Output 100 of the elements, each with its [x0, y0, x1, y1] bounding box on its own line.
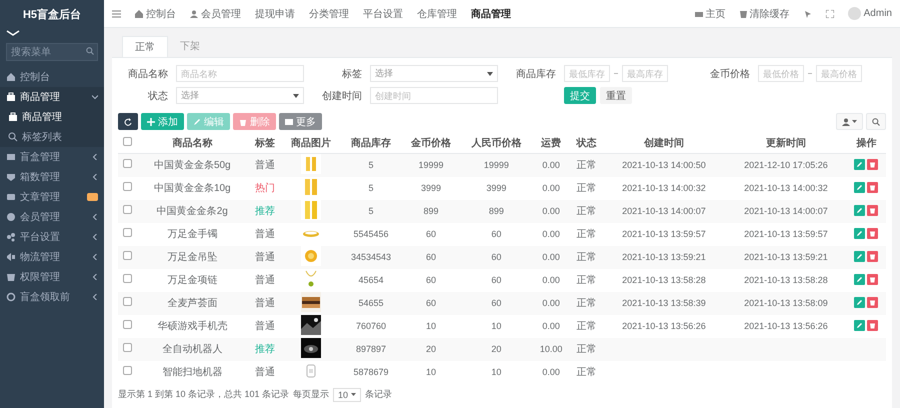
input-field[interactable]: 最高库存 — [622, 65, 668, 82]
chevron-left-icon — [92, 154, 98, 160]
input-field[interactable]: 最高价格 — [816, 65, 862, 82]
trash-icon — [869, 299, 876, 306]
columns-button[interactable] — [836, 113, 863, 130]
nav-link[interactable]: 平台设置 — [363, 6, 403, 20]
checkbox[interactable] — [122, 343, 132, 352]
tag-label: 推荐 — [255, 344, 276, 355]
nav-link[interactable]: 仓库管理 — [417, 6, 457, 20]
table-cell: 正常 — [576, 160, 596, 171]
sidebar-subitem[interactable]: 商品管理 — [0, 107, 104, 127]
submit-button[interactable]: 提交 — [564, 87, 596, 104]
search-button[interactable] — [866, 113, 886, 130]
table-cell: 万足金项链 — [167, 275, 218, 286]
user-icon — [190, 10, 198, 18]
delete-button[interactable] — [867, 182, 878, 193]
table-cell: 正常 — [576, 344, 596, 355]
checkbox[interactable] — [122, 366, 132, 375]
sidebar-item[interactable]: 控制台 — [0, 67, 104, 87]
checkbox[interactable] — [122, 182, 132, 191]
field-label: 商品库存 — [515, 68, 556, 80]
nav-link[interactable]: 分类管理 — [309, 6, 349, 20]
sidebar-item[interactable]: 商品管理 — [0, 87, 104, 107]
more-button[interactable]: 更多 — [279, 113, 322, 130]
pencil-icon — [856, 253, 864, 260]
checkbox[interactable] — [122, 297, 132, 306]
sidebar-item[interactable]: 文章管理 — [0, 187, 104, 207]
input-field[interactable]: 最低库存 — [564, 65, 610, 82]
edit-button[interactable] — [854, 228, 866, 239]
tab[interactable]: 正常 — [122, 36, 168, 57]
sidebar-item[interactable]: 物流管理 — [0, 247, 104, 267]
checkbox[interactable] — [122, 205, 132, 214]
badge-icon — [87, 193, 98, 201]
sidebar-subitem[interactable]: 标签列表 — [0, 127, 104, 147]
delete-button[interactable] — [867, 274, 878, 285]
nav-link[interactable]: 会员管理 — [190, 6, 241, 20]
table-cell: 60 — [491, 275, 502, 285]
edit-button[interactable] — [854, 159, 866, 170]
edit-button[interactable] — [854, 297, 866, 308]
delete-button[interactable] — [867, 205, 878, 216]
pointer-icon — [804, 10, 812, 18]
delete-button[interactable] — [867, 228, 878, 239]
table-cell: 60 — [426, 252, 436, 262]
sidebar-item[interactable]: 箱数管理 — [0, 167, 104, 187]
checkbox[interactable] — [122, 136, 132, 146]
column-header: 金币价格 — [402, 133, 460, 153]
home-link[interactable]: 主页 — [694, 6, 726, 20]
table-cell: 10.00 — [540, 344, 562, 354]
delete-button[interactable] — [867, 251, 878, 262]
edit-button[interactable] — [854, 251, 866, 262]
tag-label: 热门 — [255, 183, 276, 194]
sidebar-item[interactable]: 盲盒领取前 — [0, 287, 104, 307]
table-cell: 2021-10-13 13:58:39 — [622, 298, 706, 308]
menu-search-field[interactable]: 搜索菜单 — [6, 43, 98, 61]
table-cell: 2021-10-13 13:56:26 — [622, 321, 706, 331]
table-cell: 正常 — [576, 206, 596, 217]
checkbox[interactable] — [122, 159, 132, 168]
edit-button[interactable] — [854, 205, 866, 216]
sidebar-item[interactable]: 权限管理 — [0, 267, 104, 287]
table-cell: 2021-12-10 17:05:26 — [744, 160, 828, 170]
input-field[interactable]: 创建时间 — [370, 87, 498, 104]
checkbox[interactable] — [122, 228, 132, 237]
briefcase-icon — [8, 112, 18, 122]
user-menu[interactable]: Admin — [848, 7, 892, 20]
checkbox[interactable] — [122, 320, 132, 329]
edit-button[interactable] — [854, 274, 866, 285]
shield-icon — [6, 172, 16, 182]
table-cell: 2021-10-13 14:00:07 — [622, 206, 706, 216]
nav-link[interactable]: 控制台 — [135, 6, 176, 20]
checkbox[interactable] — [122, 274, 132, 283]
edit-button[interactable] — [854, 182, 866, 193]
table-cell: 10 — [491, 321, 502, 331]
nav-link[interactable]: 商品管理 — [471, 6, 511, 20]
table-cell: 中国黄金金条50g — [154, 160, 231, 171]
chevron-left-icon — [92, 214, 98, 220]
select-field[interactable]: 选择 — [370, 65, 498, 82]
sidebar-item[interactable]: 盲盒管理 — [0, 147, 104, 167]
delete-button[interactable] — [867, 320, 878, 331]
select-field[interactable]: 选择 — [176, 87, 304, 104]
pencil-icon — [856, 207, 864, 214]
table-cell: 54655 — [358, 298, 384, 308]
delete-button[interactable] — [867, 159, 878, 170]
refresh-button[interactable] — [118, 113, 138, 130]
add-button[interactable]: 添加 — [141, 113, 184, 130]
search-icon — [86, 47, 94, 55]
edit-button[interactable] — [854, 320, 866, 331]
reset-button[interactable]: 重置 — [600, 87, 632, 104]
input-field[interactable]: 最低价格 — [758, 65, 804, 82]
table-cell: 正常 — [576, 252, 596, 263]
page-size-select[interactable]: 10 — [333, 388, 362, 402]
nav-link[interactable]: 提现申请 — [255, 6, 295, 20]
sidebar-item[interactable]: 平台设置 — [0, 227, 104, 247]
checkbox[interactable] — [122, 251, 132, 260]
clear-cache-link[interactable]: 清除缓存 — [740, 6, 790, 20]
table-cell: 正常 — [576, 298, 596, 309]
delete-button[interactable] — [867, 297, 878, 308]
table-cell: 0.00 — [542, 229, 560, 239]
input-field[interactable]: 商品名称 — [176, 65, 304, 82]
sidebar-item[interactable]: 会员管理 — [0, 207, 104, 227]
column-header: 更新时间 — [724, 133, 847, 153]
